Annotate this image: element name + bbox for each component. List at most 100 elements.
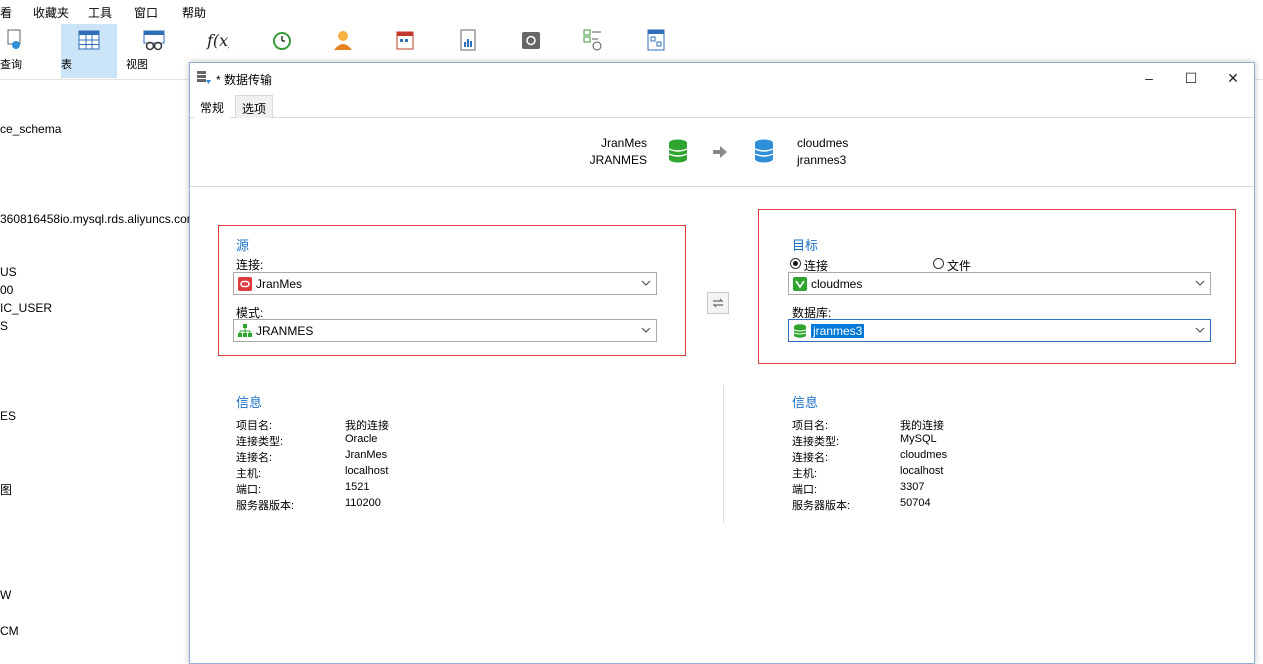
table-icon xyxy=(78,30,100,50)
info-divider xyxy=(723,385,724,523)
menu-help[interactable]: 帮助 xyxy=(182,4,206,21)
target-info-key: 项目名: xyxy=(792,420,829,432)
source-info-value: Oracle xyxy=(345,433,378,445)
transfer-summary: JranMes JRANMES cloudmes jranmes3 xyxy=(190,119,1254,187)
source-info-title: 信息 xyxy=(236,395,263,410)
target-info-value: localhost xyxy=(900,465,944,477)
target-info-key: 连接名: xyxy=(792,452,829,464)
source-title: 源 xyxy=(236,238,250,253)
source-database-icon xyxy=(668,139,688,163)
view-label: 视图 xyxy=(126,59,148,71)
dialog-title: * 数据传输 xyxy=(216,73,273,87)
tree-item[interactable]: 00 xyxy=(0,283,13,297)
view-icon xyxy=(143,30,165,51)
target-info-key: 服务器版本: xyxy=(792,500,851,512)
source-connection-value: JranMes xyxy=(256,277,303,291)
target-info-key: 连接类型: xyxy=(792,436,840,448)
source-connection-label: 连接: xyxy=(236,258,264,272)
calendar-table-icon xyxy=(396,31,414,50)
target-info-value: cloudmes xyxy=(900,449,948,461)
chevron-down-icon xyxy=(1195,327,1205,333)
swap-icon xyxy=(712,298,724,308)
query-button[interactable]: 查询 xyxy=(0,24,38,78)
source-info-value: 1521 xyxy=(345,481,370,493)
connection-tree: ce_schema 360816458io.mysql.rds.aliyuncs… xyxy=(0,80,197,664)
summary-target-connection: cloudmes xyxy=(797,136,849,150)
mysql-icon xyxy=(793,277,807,291)
svg-text:f(x): f(x) xyxy=(206,31,229,50)
dialog-titlebar[interactable]: * 数据传输 – ☐ ✕ xyxy=(190,63,1254,93)
target-info-title: 信息 xyxy=(792,395,819,410)
target-info-value: 3307 xyxy=(900,481,925,493)
source-info-key: 项目名: xyxy=(236,420,273,432)
data-transfer-icon xyxy=(197,71,211,84)
target-database-select[interactable]: jranmes3 xyxy=(788,319,1211,342)
source-info-value: 我的连接 xyxy=(345,420,389,432)
dialog-tabs: 常规 选项 xyxy=(190,95,1254,119)
chevron-down-icon xyxy=(641,280,651,286)
navicat-app: 看 收藏夹 工具 窗口 帮助 查询 表 视图 f(x ce_schema 360… xyxy=(0,0,1263,664)
target-info-key: 端口: xyxy=(792,484,818,496)
summary-source-connection: JranMes xyxy=(600,136,647,150)
source-info-key: 端口: xyxy=(236,484,262,496)
source-connection-select[interactable]: JranMes xyxy=(233,272,657,295)
target-database-value: jranmes3 xyxy=(811,324,865,338)
source-info-key: 主机: xyxy=(236,468,262,480)
data-transfer-dialog: * 数据传输 – ☐ ✕ 常规 选项 JranMes JRANMES cloud… xyxy=(189,62,1255,664)
oracle-icon xyxy=(238,277,252,291)
target-title: 目标 xyxy=(792,238,819,253)
schedule-icon xyxy=(583,29,602,51)
view-button[interactable]: 视图 xyxy=(126,24,182,78)
selected-text: jranmes3 xyxy=(811,324,865,338)
summary-target-database: jranmes3 xyxy=(797,153,847,167)
alarm-clock-icon xyxy=(273,32,291,50)
model-icon xyxy=(647,29,665,51)
close-button[interactable]: ✕ xyxy=(1218,67,1248,89)
tree-item[interactable]: IC_USER xyxy=(0,301,52,315)
function-icon: f(x) xyxy=(206,31,229,50)
source-info-key: 连接类型: xyxy=(236,436,284,448)
tree-item[interactable]: S xyxy=(0,319,8,333)
report-icon xyxy=(460,29,476,51)
swap-button[interactable] xyxy=(707,292,729,314)
menu-bar: 看 收藏夹 工具 窗口 帮助 xyxy=(0,0,1263,22)
target-info-value: 我的连接 xyxy=(900,420,944,432)
maximize-button[interactable]: ☐ xyxy=(1176,67,1206,89)
tree-item[interactable]: ce_schema xyxy=(0,122,61,136)
source-info-value: JranMes xyxy=(345,449,388,461)
source-schema-value: JRANMES xyxy=(256,324,314,338)
target-connection-value: cloudmes xyxy=(811,277,863,291)
target-info-value: 50704 xyxy=(900,497,931,509)
minimize-button[interactable]: – xyxy=(1134,67,1164,89)
query-label: 查询 xyxy=(0,59,22,71)
query-icon xyxy=(7,29,21,49)
summary-source-schema: JRANMES xyxy=(589,153,647,167)
tree-item[interactable]: 360816458io.mysql.rds.aliyuncs.com xyxy=(0,212,197,226)
source-info-value: 110200 xyxy=(345,497,381,509)
backup-icon xyxy=(522,32,540,49)
arrow-right-icon xyxy=(713,146,727,158)
radio-connection[interactable] xyxy=(790,258,801,269)
radio-file[interactable] xyxy=(933,258,944,269)
menu-favorites[interactable]: 收藏夹 xyxy=(33,4,69,21)
tree-item[interactable]: W xyxy=(0,588,11,602)
menu-view[interactable]: 看 xyxy=(0,4,12,21)
schema-icon xyxy=(238,324,252,337)
target-database-icon xyxy=(754,139,774,163)
target-connection-select[interactable]: cloudmes xyxy=(788,272,1211,295)
menu-tools[interactable]: 工具 xyxy=(88,4,112,21)
menu-window[interactable]: 窗口 xyxy=(134,4,158,21)
tree-item[interactable]: US xyxy=(0,265,17,279)
tree-item[interactable]: CM xyxy=(0,624,19,638)
user-icon xyxy=(334,31,352,50)
target-info-key: 主机: xyxy=(792,468,818,480)
chevron-down-icon xyxy=(641,327,651,333)
tab-options[interactable]: 选项 xyxy=(235,95,274,118)
tree-item[interactable]: 图 xyxy=(0,481,12,498)
chevron-down-icon xyxy=(1195,280,1205,286)
table-button[interactable]: 表 xyxy=(61,24,117,78)
tree-item[interactable]: ES xyxy=(0,409,16,423)
source-info-key: 服务器版本: xyxy=(236,500,295,512)
source-schema-select[interactable]: JRANMES xyxy=(233,319,657,342)
tab-general[interactable]: 常规 xyxy=(194,95,231,119)
